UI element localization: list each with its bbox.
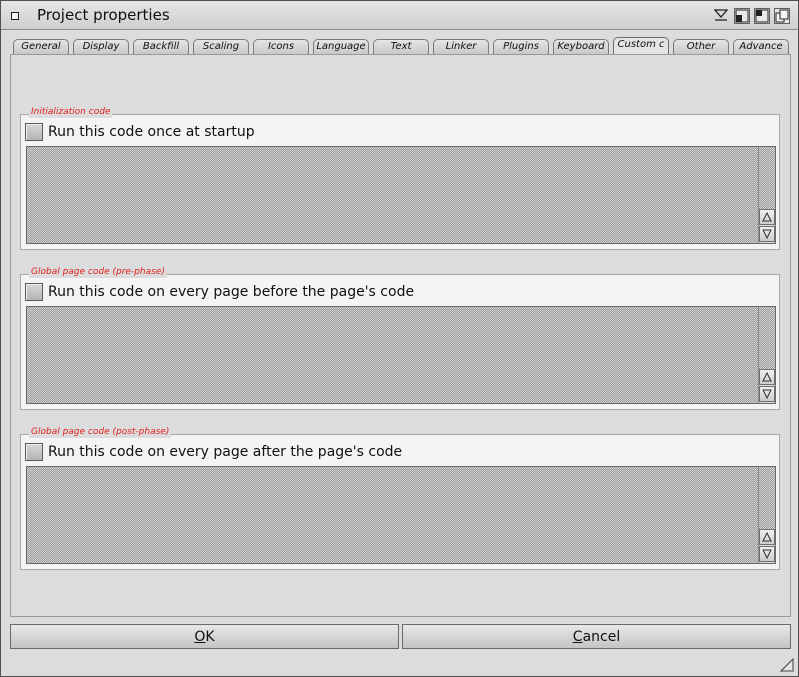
scroll-up-button[interactable] xyxy=(759,209,775,225)
vertical-scrollbar[interactable] xyxy=(758,467,775,563)
run-after-checkbox[interactable] xyxy=(25,443,43,461)
project-properties-window: Project properties General Display Backf… xyxy=(0,0,799,677)
pre-phase-code-group: Global page code (pre-phase) Run this co… xyxy=(20,266,780,410)
initialization-code-group: Initialization code Run this code once a… xyxy=(20,106,780,250)
init-code-editor[interactable] xyxy=(26,146,776,244)
title-bar[interactable]: Project properties xyxy=(1,1,798,30)
group-title: Initialization code xyxy=(29,106,113,118)
arrow-up-icon xyxy=(762,212,772,222)
run-once-checkbox[interactable] xyxy=(25,123,43,141)
checkbox-label: Run this code once at startup xyxy=(48,124,255,140)
tab-scaling[interactable]: Scaling xyxy=(193,39,249,54)
scroll-down-button[interactable] xyxy=(759,386,775,402)
arrow-down-icon xyxy=(762,389,772,399)
tab-backfill[interactable]: Backfill xyxy=(133,39,189,54)
arrow-down-icon xyxy=(762,549,772,559)
tab-text[interactable]: Text xyxy=(373,39,429,54)
tab-custom-code[interactable]: Custom c xyxy=(613,37,669,54)
group-title: Global page code (post-phase) xyxy=(29,426,172,438)
cancel-label-rest: ancel xyxy=(582,628,621,645)
tab-advanced[interactable]: Advance xyxy=(733,39,789,54)
close-icon[interactable] xyxy=(7,8,23,24)
iconify-icon[interactable] xyxy=(714,8,730,24)
zoom-icon[interactable] xyxy=(734,8,750,24)
scroll-up-button[interactable] xyxy=(759,369,775,385)
run-once-row[interactable]: Run this code once at startup xyxy=(25,122,255,142)
cancel-button[interactable]: Cancel xyxy=(402,624,791,649)
tab-display[interactable]: Display xyxy=(73,39,129,54)
run-before-checkbox[interactable] xyxy=(25,283,43,301)
tab-bar: General Display Backfill Scaling Icons L… xyxy=(10,37,791,54)
post-phase-code-group: Global page code (post-phase) Run this c… xyxy=(20,426,780,570)
cancel-hotkey: C xyxy=(572,628,583,645)
tab-panel-custom-code: Initialization code Run this code once a… xyxy=(10,54,791,617)
run-before-row[interactable]: Run this code on every page before the p… xyxy=(25,282,414,302)
tab-general[interactable]: General xyxy=(13,39,69,54)
scrollbar-track[interactable] xyxy=(759,307,775,369)
vertical-scrollbar[interactable] xyxy=(758,147,775,243)
tab-plugins[interactable]: Plugins xyxy=(493,39,549,54)
size-icon[interactable] xyxy=(754,8,770,24)
scroll-up-button[interactable] xyxy=(759,529,775,545)
ok-hotkey: O xyxy=(194,628,206,645)
ok-label-rest: K xyxy=(205,628,215,645)
arrow-up-icon xyxy=(762,532,772,542)
tab-linker[interactable]: Linker xyxy=(433,39,489,54)
checkbox-label: Run this code on every page after the pa… xyxy=(48,444,403,460)
scrollbar-track[interactable] xyxy=(759,147,775,209)
tab-icons[interactable]: Icons xyxy=(253,39,309,54)
tab-other[interactable]: Other xyxy=(673,39,729,54)
arrow-down-icon xyxy=(762,229,772,239)
run-after-row[interactable]: Run this code on every page after the pa… xyxy=(25,442,402,462)
window-title: Project properties xyxy=(37,6,170,24)
checkbox-label: Run this code on every page before the p… xyxy=(48,284,415,300)
scrollbar-track[interactable] xyxy=(759,467,775,529)
arrow-up-icon xyxy=(762,372,772,382)
ok-button[interactable]: OK xyxy=(10,624,399,649)
pre-phase-code-editor[interactable] xyxy=(26,306,776,404)
tab-language[interactable]: Language xyxy=(313,39,369,54)
group-title: Global page code (pre-phase) xyxy=(29,266,167,278)
post-phase-code-editor[interactable] xyxy=(26,466,776,564)
tab-keyboard[interactable]: Keyboard xyxy=(553,39,609,54)
resize-handle-icon[interactable] xyxy=(780,658,794,672)
vertical-scrollbar[interactable] xyxy=(758,307,775,403)
scroll-down-button[interactable] xyxy=(759,226,775,242)
depth-icon[interactable] xyxy=(774,8,790,24)
scroll-down-button[interactable] xyxy=(759,546,775,562)
